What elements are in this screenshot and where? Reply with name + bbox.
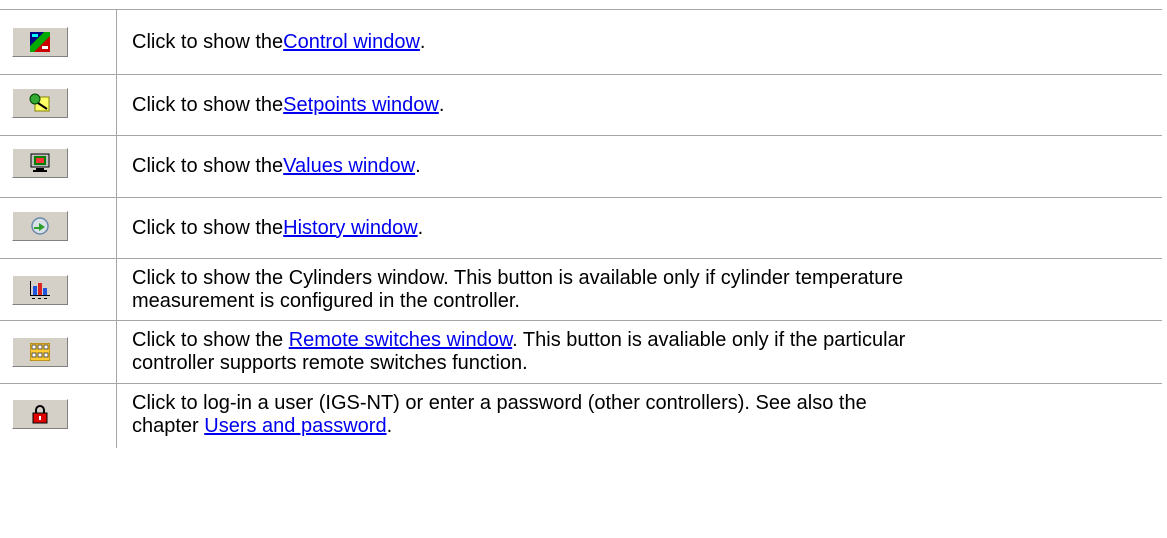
- setpoints-window-link[interactable]: Setpoints window: [283, 94, 439, 117]
- control-window-button[interactable]: [12, 27, 68, 57]
- row-text-suffix: . This button is avaliable only if the p…: [512, 329, 906, 351]
- values-window-button[interactable]: [12, 148, 68, 178]
- row-text: Click to show the Values window.: [117, 136, 1162, 197]
- row-text: Click to show the Setpoints window.: [117, 75, 1162, 135]
- icon-cell: [0, 384, 117, 448]
- row-text: Click to show the Control window.: [117, 10, 1162, 74]
- icon-cell: [0, 75, 117, 135]
- values-window-icon: [30, 153, 50, 172]
- row-text-prefix: chapter: [132, 415, 205, 437]
- row-text-prefix: Click to show the: [132, 329, 289, 351]
- row-text-suffix: .: [415, 155, 421, 177]
- lock-icon: [32, 405, 48, 424]
- icon-cell: [0, 10, 117, 74]
- icon-cell: [0, 198, 117, 258]
- row-text-prefix: Click to show the: [132, 30, 284, 53]
- row-text-suffix: .: [417, 216, 424, 239]
- row-text: Click to log-in a user (IGS-NT) or enter…: [117, 384, 1162, 448]
- row-text-line: Click to show the Remote switches window…: [132, 329, 905, 352]
- row-text-line: measurement is configured in the control…: [132, 290, 520, 312]
- icon-cell: [0, 136, 117, 197]
- history-window-button[interactable]: [12, 211, 68, 241]
- icon-cell: [0, 259, 117, 320]
- values-window-link[interactable]: Values window: [283, 155, 415, 178]
- cylinders-window-icon: [30, 281, 50, 299]
- remote-switches-icon: [30, 343, 50, 361]
- row-text-line: Click to show the Cylinders window. This…: [132, 267, 904, 289]
- toolbar-buttons-table: Click to show the Control window. Click …: [0, 9, 1162, 448]
- row-text-prefix: Click to show the: [132, 93, 284, 116]
- row-text-prefix: Click to show the: [132, 216, 284, 239]
- table-row: Click to show the Control window.: [0, 9, 1162, 74]
- history-window-icon: [31, 217, 49, 235]
- row-text: Click to show the History window.: [117, 198, 1162, 258]
- table-row: Click to show the Values window.: [0, 135, 1162, 197]
- table-row: Click to show the Cylinders window. This…: [0, 258, 1162, 320]
- control-window-link[interactable]: Control window: [283, 31, 420, 54]
- row-text: Click to show the Remote switches window…: [117, 321, 1162, 383]
- remote-switches-link[interactable]: Remote switches window: [289, 329, 512, 351]
- history-window-link[interactable]: History window: [283, 217, 417, 240]
- row-text-suffix: .: [386, 415, 393, 437]
- table-row: Click to log-in a user (IGS-NT) or enter…: [0, 383, 1162, 448]
- row-text-suffix: .: [419, 30, 426, 53]
- remote-switches-button[interactable]: [12, 337, 68, 367]
- users-and-password-link[interactable]: Users and password: [204, 415, 386, 437]
- row-text: Click to show the Cylinders window. This…: [117, 259, 1162, 320]
- row-text-line: controller supports remote switches func…: [132, 352, 528, 374]
- setpoints-window-button[interactable]: [12, 88, 68, 118]
- cylinders-window-button[interactable]: [12, 275, 68, 305]
- row-text-suffix: .: [438, 93, 445, 116]
- setpoints-window-icon: [29, 93, 50, 112]
- table-row: Click to show the Remote switches window…: [0, 320, 1162, 383]
- icon-cell: [0, 321, 117, 383]
- login-button[interactable]: [12, 399, 68, 429]
- table-row: Click to show the Setpoints window.: [0, 74, 1162, 135]
- table-row: Click to show the History window.: [0, 197, 1162, 258]
- row-text-line: Click to log-in a user (IGS-NT) or enter…: [132, 392, 867, 414]
- control-window-icon: [30, 32, 50, 52]
- row-text-prefix: Click to show the: [132, 155, 284, 177]
- row-text-line: chapter Users and password.: [132, 415, 392, 438]
